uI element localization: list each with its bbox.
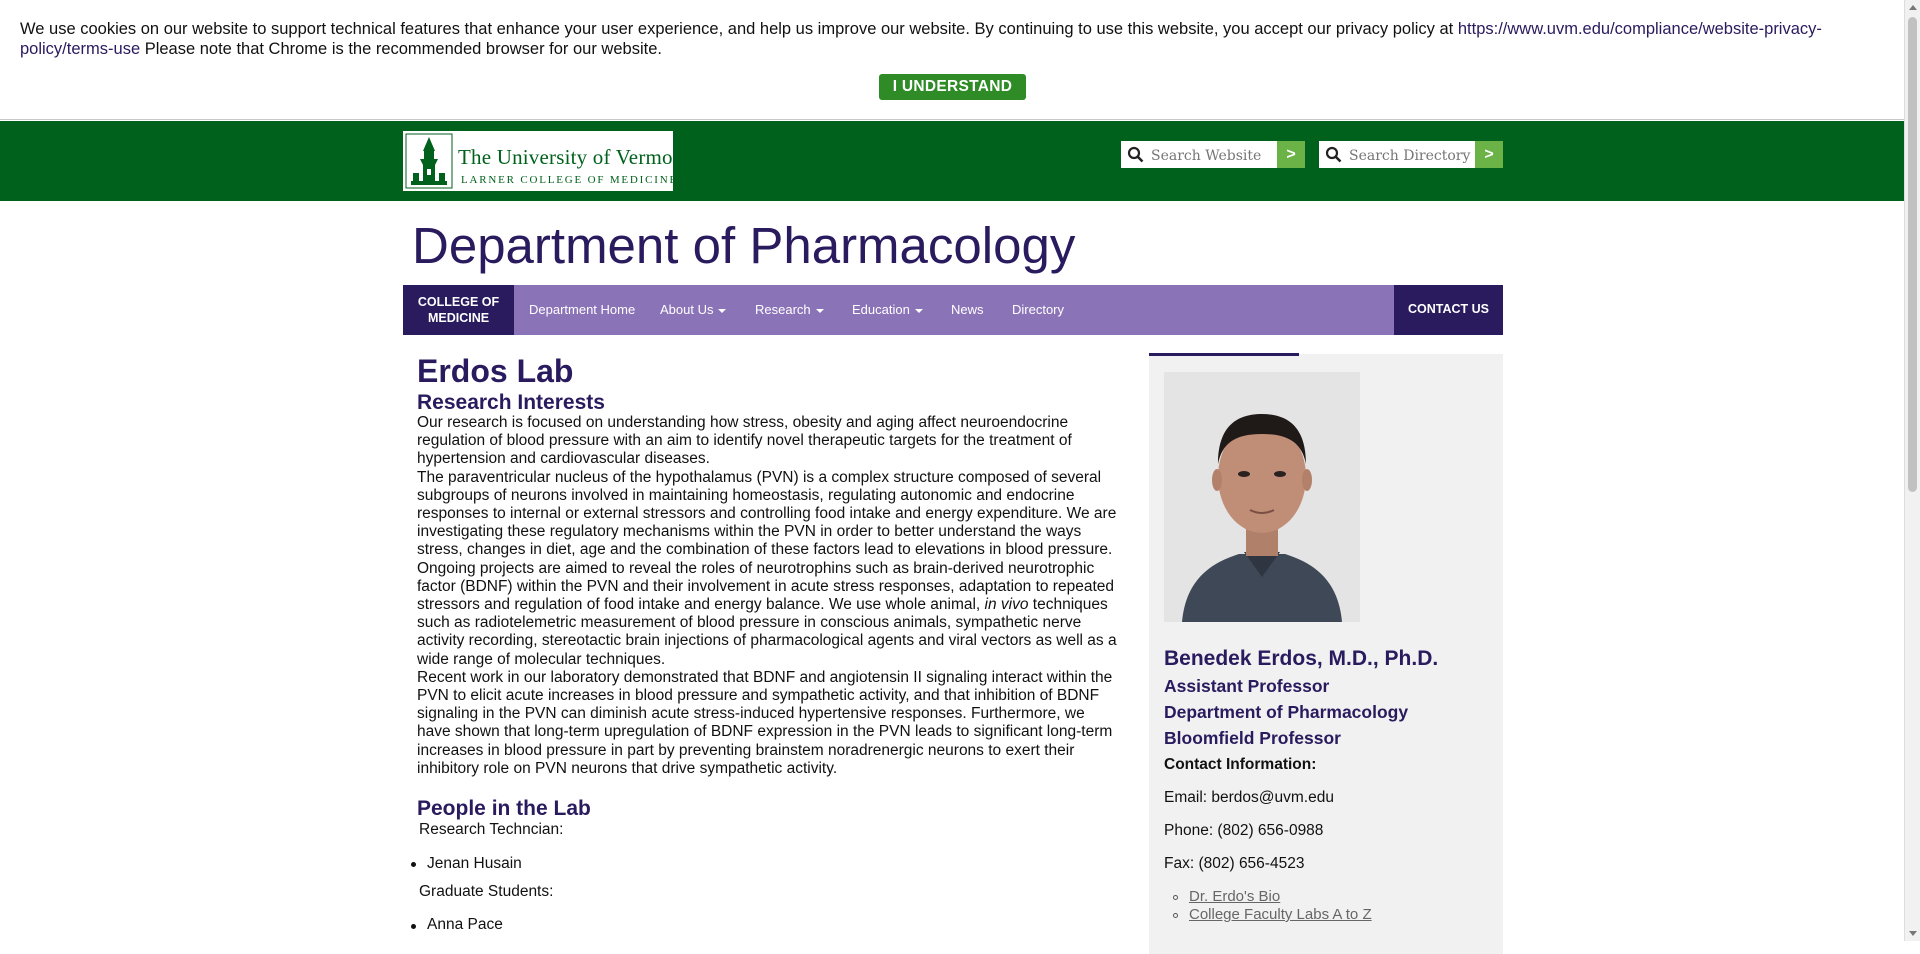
nav-college-label: COLLEGE OF MEDICINE bbox=[417, 295, 500, 325]
nav-research[interactable]: Research bbox=[755, 285, 824, 335]
paragraph-1: Our research is focused on understanding… bbox=[417, 414, 1072, 468]
scroll-down-icon[interactable] bbox=[1909, 931, 1917, 936]
i-understand-button[interactable]: I UNDERSTAND bbox=[879, 74, 1026, 100]
search-directory-box: > bbox=[1319, 141, 1503, 168]
people-heading: People in the Lab bbox=[417, 797, 591, 820]
professor-name: Benedek Erdos, M.D., Ph.D. bbox=[1164, 647, 1439, 670]
sidebar-tab-indicator bbox=[1149, 353, 1299, 356]
contact-information-heading: Contact Information: bbox=[1164, 756, 1317, 773]
bullet-icon bbox=[411, 924, 416, 929]
search-icon bbox=[1325, 146, 1342, 163]
department-title: Department of Pharmacology bbox=[412, 217, 1076, 274]
nav-department-home[interactable]: Department Home bbox=[529, 285, 635, 335]
paragraph-2: The paraventricular nucleus of the hypot… bbox=[417, 469, 1119, 669]
professor-department: Department of Pharmacology bbox=[1164, 702, 1409, 722]
research-technician-label: Research Techncian: bbox=[419, 821, 564, 838]
contact-email: Email: berdos@uvm.edu bbox=[1164, 789, 1334, 806]
tower-icon bbox=[403, 131, 455, 191]
cookie-text: We use cookies on our website to support… bbox=[20, 20, 1458, 38]
nav-education[interactable]: Education bbox=[852, 285, 923, 335]
research-interests-heading: Research Interests bbox=[417, 391, 605, 414]
paragraph-3: Recent work in our laboratory demonstrat… bbox=[417, 668, 1113, 777]
logo-college-name: LARNER COLLEGE OF MEDICINE bbox=[461, 174, 678, 186]
contact-fax: Fax: (802) 656-4523 bbox=[1164, 855, 1305, 872]
research-description: Our research is focused on understanding… bbox=[417, 414, 1119, 778]
logo-university-name: The University of Vermont bbox=[458, 145, 690, 169]
list-item: Anna Pace bbox=[427, 916, 503, 933]
nav-research-label: Research bbox=[755, 302, 811, 317]
professor-title: Assistant Professor bbox=[1164, 676, 1330, 696]
search-icon bbox=[1127, 146, 1144, 163]
caret-down-icon bbox=[815, 308, 824, 313]
search-directory-input[interactable] bbox=[1347, 143, 1476, 168]
cookie-banner: We use cookies on our website to support… bbox=[0, 0, 1904, 120]
search-website-input[interactable] bbox=[1149, 143, 1278, 168]
search-website-box: > bbox=[1121, 141, 1305, 168]
nav-college-of-medicine[interactable]: COLLEGE OF MEDICINE bbox=[403, 285, 514, 335]
search-website-go-button[interactable]: > bbox=[1277, 141, 1305, 168]
paragraph-2-text: The paraventricular nucleus of the hypot… bbox=[417, 468, 1117, 614]
in-vivo-italic: in vivo bbox=[984, 596, 1029, 614]
caret-down-icon bbox=[914, 308, 923, 313]
uvm-logo[interactable]: The University of Vermont LARNER COLLEGE… bbox=[403, 131, 689, 191]
professor-endowed-title: Bloomfield Professor bbox=[1164, 728, 1341, 748]
main-nav: COLLEGE OF MEDICINE Department Home Abou… bbox=[403, 285, 1503, 335]
nav-contact-us[interactable]: CONTACT US bbox=[1394, 285, 1503, 335]
contact-phone: Phone: (802) 656-0988 bbox=[1164, 822, 1324, 839]
lab-title: Erdos Lab bbox=[417, 353, 574, 389]
bullet-icon bbox=[1173, 895, 1178, 900]
bio-link[interactable]: Dr. Erdo's Bio bbox=[1189, 888, 1280, 905]
search-directory-go-button[interactable]: > bbox=[1475, 141, 1503, 168]
nav-news[interactable]: News bbox=[951, 285, 984, 335]
scrollbar-thumb[interactable] bbox=[1908, 17, 1917, 492]
cookie-browser-note: Please note that Chrome is the recommend… bbox=[140, 39, 662, 58]
bullet-icon bbox=[1173, 913, 1178, 918]
nav-about-us-label: About Us bbox=[660, 302, 714, 317]
caret-down-icon bbox=[718, 308, 727, 313]
faculty-labs-link[interactable]: College Faculty Labs A to Z bbox=[1189, 906, 1372, 923]
list-item: Jenan Husain bbox=[427, 855, 522, 872]
scroll-up-icon[interactable] bbox=[1909, 5, 1917, 10]
bullet-icon bbox=[411, 862, 416, 867]
profile-photo bbox=[1164, 372, 1360, 622]
graduate-students-label: Graduate Students: bbox=[419, 883, 554, 900]
site-header bbox=[0, 121, 1904, 201]
nav-education-label: Education bbox=[852, 302, 910, 317]
page-scrollbar[interactable] bbox=[1904, 0, 1920, 941]
nav-directory[interactable]: Directory bbox=[1012, 285, 1064, 335]
nav-about-us[interactable]: About Us bbox=[660, 285, 727, 335]
